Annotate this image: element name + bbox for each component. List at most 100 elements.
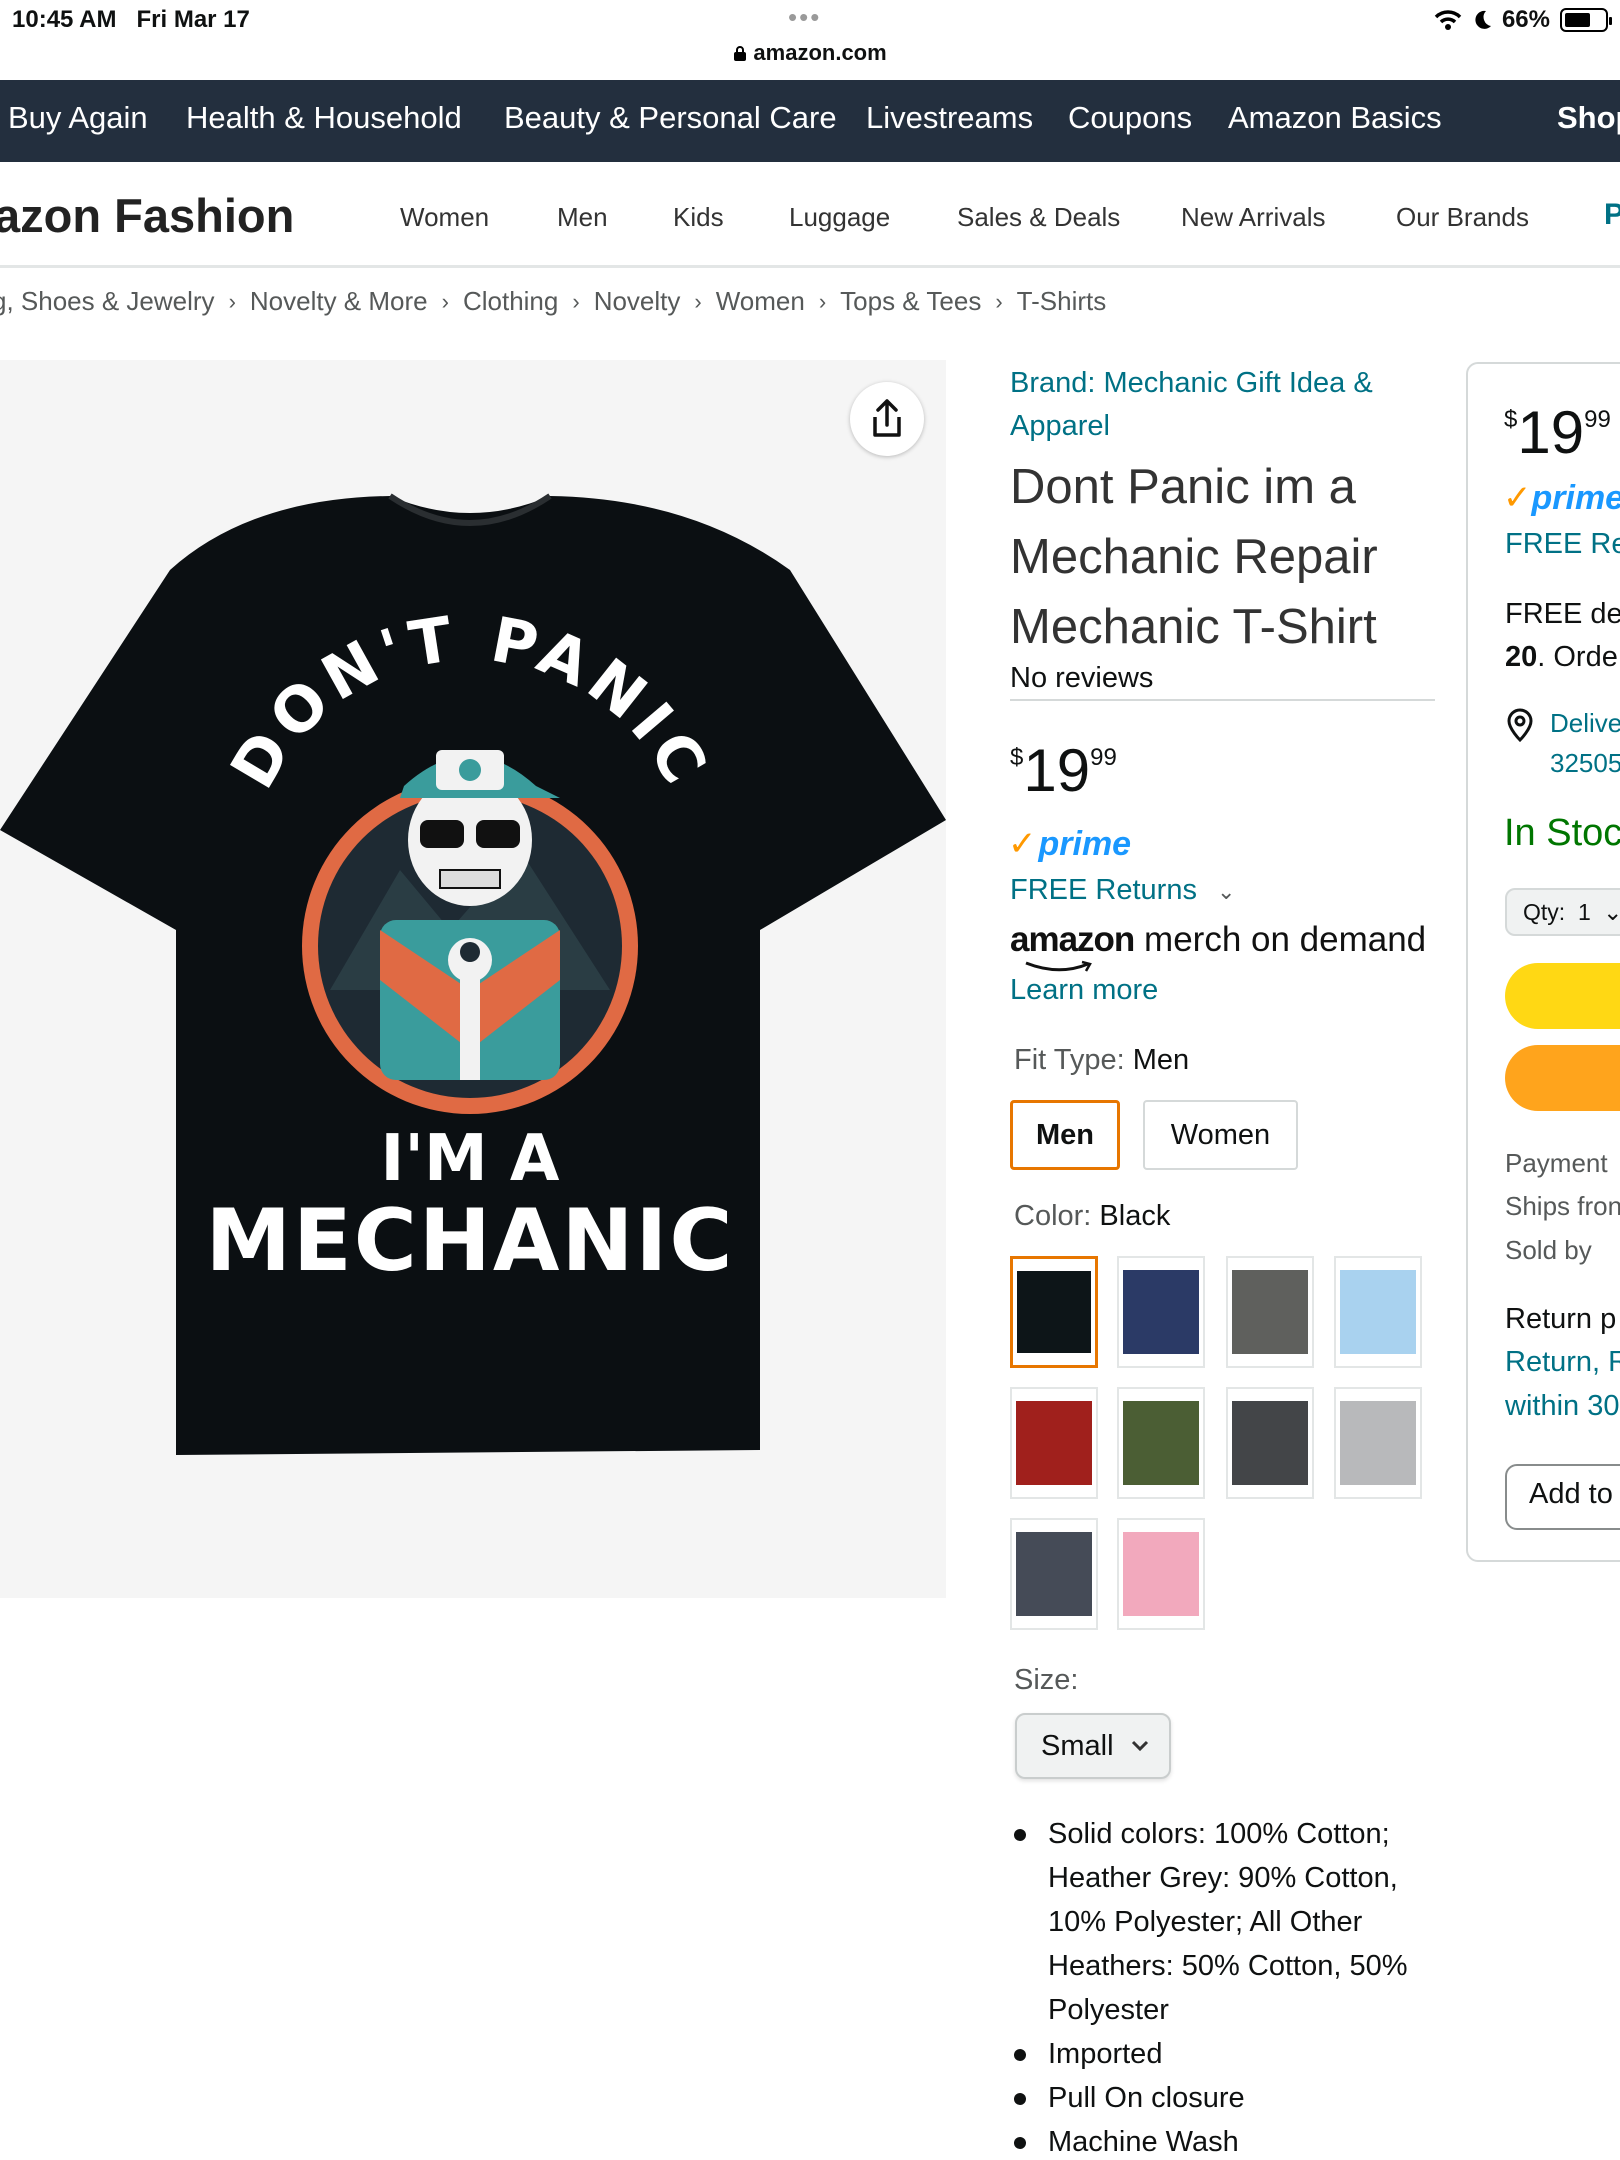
deliver-to-zip[interactable]: 32505 [1550,748,1620,779]
color-swatch[interactable] [1010,1256,1098,1368]
fit-option-women[interactable]: Women [1143,1100,1298,1170]
address-bar[interactable]: amazon.com [0,40,1620,66]
breadcrumb-item[interactable]: T-Shirts [1017,286,1107,317]
chevron-down-icon: ⌄ [1603,899,1620,925]
buy-box-free-returns-link[interactable]: FREE Ret [1505,528,1620,561]
color-swatch[interactable] [1334,1387,1422,1499]
color-swatch[interactable] [1334,1256,1422,1368]
breadcrumb-item[interactable]: Women [716,286,805,317]
nav-item-livestreams[interactable]: Livestreams [866,100,1033,136]
qty-label: Qty: [1523,899,1566,925]
fashion-nav-our-brands[interactable]: Our Brands [1396,202,1529,233]
brand-link[interactable]: Brand: Mechanic Gift Idea & Apparel [1010,362,1430,448]
breadcrumb-item[interactable]: Novelty & More [250,286,428,317]
quantity-select[interactable]: Qty: 1 ⌄ [1505,888,1620,936]
color-swatch[interactable] [1117,1518,1205,1630]
breadcrumb-separator-icon: › [694,288,702,314]
price-whole: 19 [1023,737,1091,804]
fit-type-label-text: Fit Type: [1014,1044,1125,1076]
fashion-nav-women[interactable]: Women [400,202,489,233]
share-button[interactable] [850,382,924,456]
amazon-logo-text: amazon [1010,920,1135,959]
color-swatch-fill [1123,1532,1199,1616]
color-swatch-fill [1016,1532,1092,1616]
return-policy-link[interactable]: Return, R [1505,1346,1620,1379]
add-to-cart-button[interactable] [1505,963,1620,1029]
payment-label: Payment [1505,1148,1608,1178]
shirt-text-line2: MECHANIC [205,1191,734,1291]
learn-more-link[interactable]: Learn more [1010,974,1158,1007]
color-swatch[interactable] [1117,1256,1205,1368]
location-pin-icon [1506,708,1534,747]
fashion-nav-luggage[interactable]: Luggage [789,202,890,233]
color-swatch[interactable] [1010,1387,1098,1499]
prime-check-icon: ✓ [1503,479,1532,517]
nav-item-shop[interactable]: Shop [1557,100,1620,136]
prime-label: prime [1038,825,1132,863]
buy-box-price-fraction: 99 [1584,406,1611,433]
price-fraction: 99 [1090,744,1117,771]
reviews-text: No reviews [1010,662,1154,694]
color-swatch[interactable] [1010,1518,1098,1630]
fashion-nav-more[interactable]: P [1604,198,1620,232]
fashion-store-title[interactable]: azon Fashion [0,188,294,243]
fit-option-men[interactable]: Men [1010,1100,1120,1170]
buy-box-delivery-line1: FREE del [1505,598,1620,630]
delivery-date: 20 [1505,641,1538,673]
clock-date: Fri Mar 17 [136,6,250,33]
breadcrumb-item[interactable]: Novelty [594,286,681,317]
breadcrumb-item[interactable]: g, Shoes & Jewelry [0,286,215,317]
free-returns-link[interactable]: FREE Returns ⌄ [1010,874,1235,907]
merch-text: merch on demand [1144,920,1427,959]
breadcrumb-item[interactable]: Clothing [463,286,558,317]
nav-item-health-household[interactable]: Health & Household [186,100,462,136]
color-value: Black [1099,1200,1171,1232]
fashion-nav-men[interactable]: Men [557,202,608,233]
moon-icon [1475,10,1491,29]
breadcrumb-separator-icon: › [441,288,449,314]
return-policy-link-line2[interactable]: within 30 [1505,1390,1619,1423]
nav-item-coupons[interactable]: Coupons [1068,100,1192,136]
nav-item-amazon-basics[interactable]: Amazon Basics [1228,100,1442,136]
buy-box-prime-label: prime [1531,479,1620,517]
prime-check-icon: ✓ [1008,825,1037,863]
fashion-nav-new-arrivals[interactable]: New Arrivals [1181,202,1325,233]
qty-value: 1 [1577,899,1591,925]
deliver-to-link[interactable]: Delive [1550,708,1620,739]
feature-bullet: Solid colors: 100% Cotton; Heather Grey:… [1010,1812,1440,2032]
color-swatch[interactable] [1226,1256,1314,1368]
color-swatch-fill [1340,1401,1416,1485]
breadcrumb-separator-icon: › [572,288,580,314]
product-image[interactable]: DON'T PANIC I'M A MECHANIC [0,490,946,1460]
fashion-nav-kids[interactable]: Kids [673,202,724,233]
tshirt-image: DON'T PANIC I'M A MECHANIC [0,493,946,1455]
shirt-text-line1: I'M A [381,1122,560,1196]
color-label-text: Color: [1014,1200,1092,1232]
feature-bullet: Machine Wash [1010,2120,1440,2160]
fashion-nav: azon Fashion Women Men Kids Luggage Sale… [0,162,1620,268]
nav-item-buy-again[interactable]: Buy Again [8,100,148,136]
fashion-nav-sales-deals[interactable]: Sales & Deals [957,202,1120,233]
price-currency: $ [1010,744,1024,771]
url-text: amazon.com [753,40,887,65]
nav-item-beauty-personal-care[interactable]: Beauty & Personal Care [504,100,837,136]
size-select[interactable]: Small [1015,1713,1171,1779]
size-label: Size: [1014,1664,1079,1696]
lock-icon [734,46,747,61]
multitasking-dots-icon[interactable]: ••• [788,2,821,33]
color-swatch-fill [1016,1401,1092,1485]
divider [1010,699,1435,701]
buy-box-price-currency: $ [1504,406,1518,433]
add-to-list-button[interactable]: Add to [1505,1464,1620,1530]
share-icon [873,399,901,437]
color-swatch[interactable] [1117,1387,1205,1499]
wifi-icon [1434,10,1462,30]
color-swatch[interactable] [1226,1387,1314,1499]
chevron-down-icon: ⌄ [1216,879,1236,904]
status-bar: 10:45 AM Fri Mar 17 ••• amazon.com 66% [0,0,1620,80]
breadcrumb-item[interactable]: Tops & Tees [840,286,981,317]
buy-now-button[interactable] [1505,1045,1620,1111]
buy-box-prime-badge: ✓prime [1503,478,1620,518]
feature-bullets: Solid colors: 100% Cotton; Heather Grey:… [1010,1812,1440,2160]
in-stock-status: In Stoc [1504,812,1620,854]
